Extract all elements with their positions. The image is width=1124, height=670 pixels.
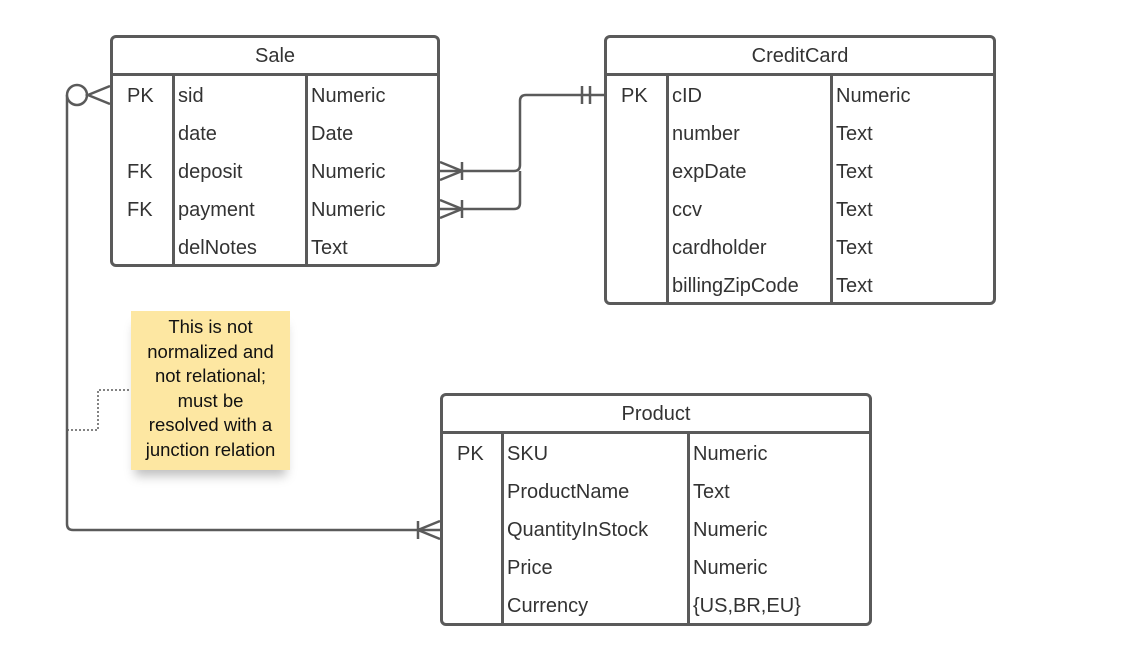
payment-relationship-line — [440, 171, 522, 211]
attribute-name: number — [672, 123, 740, 145]
attribute-name: cardholder — [672, 237, 767, 259]
attribute-row[interactable]: FK payment Numeric — [113, 191, 437, 229]
attribute-name: cID — [672, 85, 702, 107]
deposit-relationship-line — [440, 93, 604, 173]
sticky-note: This is not normalized and not relational;… — [131, 311, 290, 470]
attribute-name: delNotes — [178, 237, 257, 259]
attribute-row[interactable]: ccv Text — [607, 191, 993, 229]
attribute-type: Numeric — [311, 161, 386, 183]
note-line: junction relation — [145, 438, 276, 460]
attribute-name: expDate — [672, 161, 747, 183]
attribute-row[interactable]: PK sid Numeric — [113, 77, 437, 115]
attribute-key: PK — [127, 85, 154, 107]
entity-creditcard[interactable]: CreditCard PK cID Numeric number Text expDate T… — [604, 35, 996, 305]
attribute-type: {US,BR,EU} — [693, 595, 801, 617]
attribute-name: Currency — [507, 595, 589, 617]
attribute-name: sid — [178, 85, 204, 107]
note-line: must be — [177, 389, 244, 411]
attribute-row[interactable]: PK cID Numeric — [607, 77, 993, 115]
attribute-name: Price — [507, 557, 553, 579]
attribute-type: Text — [311, 237, 348, 259]
zero-optional-icon — [65, 83, 89, 107]
entity-body: PK cID Numeric number Text expDate Text ccv Text… — [607, 76, 993, 302]
attribute-row[interactable]: number Text — [607, 115, 993, 153]
attribute-row[interactable]: PK SKU Numeric — [443, 435, 869, 473]
entity-title: Product — [443, 396, 869, 434]
entity-sale[interactable]: Sale PK sid Numeric date Date FK deposit Numeric… — [110, 35, 440, 267]
attribute-key: FK — [127, 161, 153, 183]
attribute-type: Numeric — [693, 443, 768, 465]
attribute-type: Numeric — [311, 85, 386, 107]
attribute-row[interactable]: delNotes Text — [113, 229, 437, 267]
attribute-type: Text — [836, 237, 873, 259]
attribute-type: Numeric — [693, 557, 768, 579]
attribute-row[interactable]: Price Numeric — [443, 549, 869, 587]
attribute-row[interactable]: date Date — [113, 115, 437, 153]
attribute-name: deposit — [178, 161, 243, 183]
crowfoot-sale-icon — [84, 84, 111, 106]
attribute-name: payment — [178, 199, 255, 221]
attribute-type: Text — [836, 161, 873, 183]
attribute-type: Date — [311, 123, 354, 145]
attribute-name: billingZipCode — [672, 275, 799, 297]
attribute-type: Numeric — [693, 519, 768, 541]
er-diagram-canvas: This is not normalized and not relational;… — [0, 0, 1124, 670]
attribute-row[interactable]: FK deposit Numeric — [113, 153, 437, 191]
attribute-key: PK — [457, 443, 484, 465]
note-line: resolved with a — [148, 414, 273, 435]
attribute-name: date — [178, 123, 217, 145]
entity-body: PK sid Numeric date Date FK deposit Numeric FK pa… — [113, 76, 437, 264]
attribute-type: Text — [693, 481, 730, 503]
attribute-row[interactable]: expDate Text — [607, 153, 993, 191]
attribute-row[interactable]: QuantityInStock Numeric — [443, 511, 869, 549]
note-line: normalized and — [147, 340, 274, 362]
note-connector-line — [67, 389, 131, 431]
attribute-row[interactable]: cardholder Text — [607, 229, 993, 267]
attribute-type: Text — [836, 123, 873, 145]
entity-title: CreditCard — [607, 38, 993, 76]
entity-title: Sale — [113, 38, 437, 76]
attribute-name: SKU — [507, 443, 549, 465]
attribute-type: Numeric — [311, 199, 386, 221]
attribute-key: PK — [621, 85, 648, 107]
note-line: not relational; — [154, 365, 267, 386]
attribute-type: Numeric — [836, 85, 911, 107]
note-line: This is not — [168, 316, 253, 337]
attribute-key: FK — [127, 199, 153, 221]
attribute-row[interactable]: Currency {US,BR,EU} — [443, 587, 869, 625]
attribute-name: ProductName — [507, 481, 630, 503]
entity-product[interactable]: Product PK SKU Numeric ProductName Text Quanti… — [440, 393, 872, 626]
attribute-row[interactable]: ProductName Text — [443, 473, 869, 511]
attribute-name: QuantityInStock — [507, 519, 649, 541]
attribute-type: Text — [836, 275, 873, 297]
entity-body: PK SKU Numeric ProductName Text QuantityInSto… — [443, 434, 869, 623]
attribute-type: Text — [836, 199, 873, 221]
attribute-name: ccv — [672, 199, 702, 221]
attribute-row[interactable]: billingZipCode Text — [607, 267, 993, 305]
